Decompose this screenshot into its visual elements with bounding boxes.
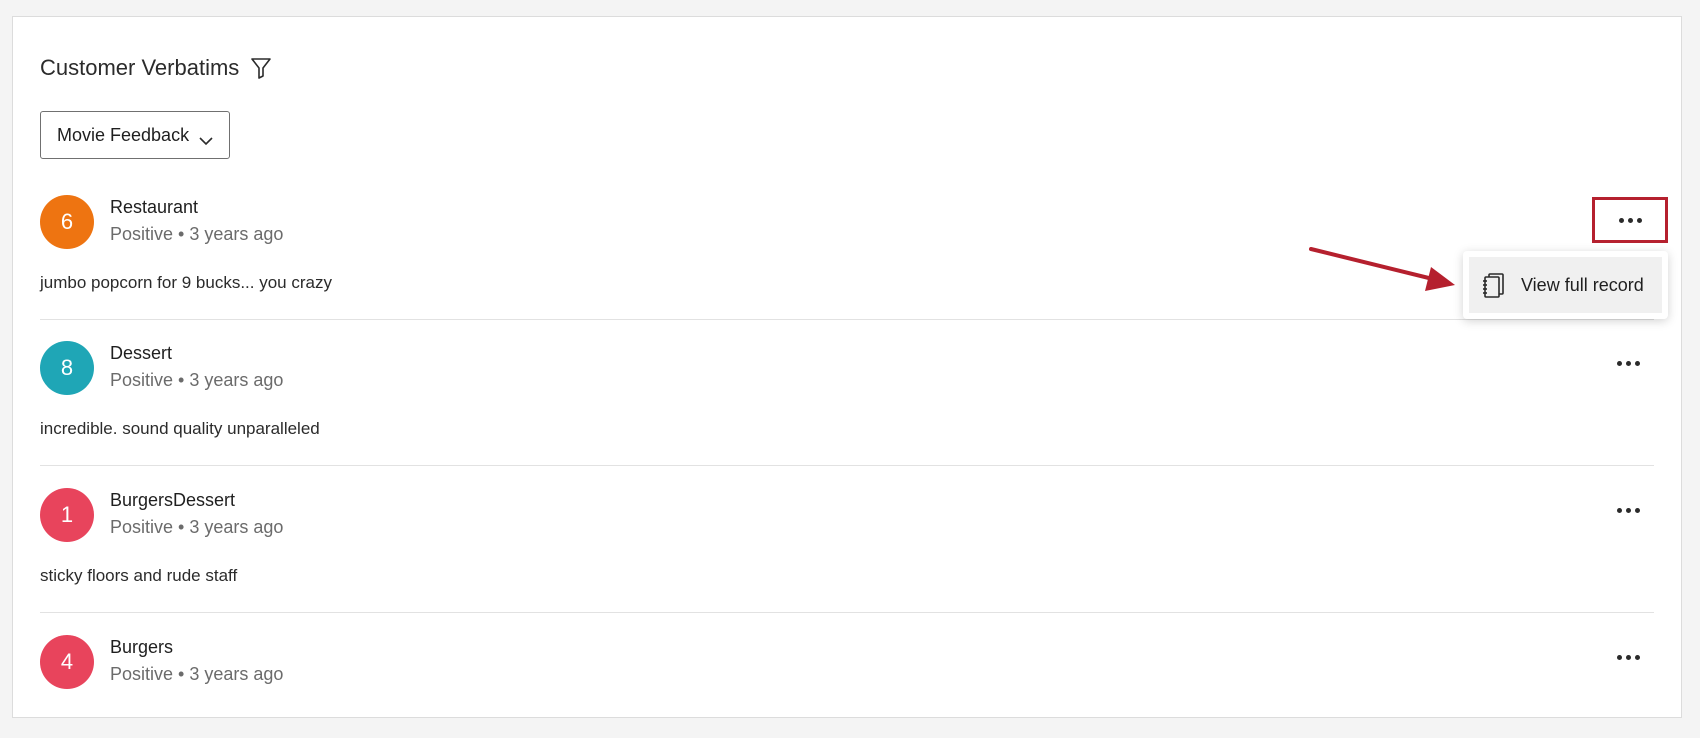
more-dot: [1616, 507, 1622, 513]
more-dot: [1634, 360, 1640, 366]
more-dot: [1634, 654, 1640, 660]
record-meta: Positive • 3 years ago: [110, 517, 284, 537]
more-dot: [1616, 360, 1622, 366]
verbatim-text: incredible. sound quality unparalleled: [40, 419, 320, 438]
list-item: 8 Dessert Positive • 3 years ago incredi…: [40, 341, 1654, 467]
record-category: Burgers: [110, 637, 174, 657]
more-dot: [1625, 507, 1631, 513]
customer-verbatims-widget: Customer Verbatims Movie Feedback 6 Rest…: [12, 16, 1682, 718]
divider: [40, 612, 1654, 613]
record-category: Restaurant: [110, 197, 199, 217]
view-full-record-item[interactable]: View full record: [1469, 257, 1662, 313]
avatar: 8: [40, 341, 94, 395]
verbatim-text: sticky floors and rude staff: [40, 566, 238, 585]
more-dot: [1625, 360, 1631, 366]
record-meta: Positive • 3 years ago: [110, 224, 284, 244]
more-options-button[interactable]: [1602, 639, 1654, 675]
more-dot: [1627, 217, 1633, 223]
score-badge: 1: [60, 502, 74, 527]
view-full-record-label: View full record: [1521, 274, 1644, 295]
more-dot: [1634, 507, 1640, 513]
chevron-down-icon: [199, 130, 213, 146]
avatar: 4: [40, 635, 94, 689]
avatar: 6: [40, 195, 94, 249]
record-meta: Positive • 3 years ago: [110, 370, 284, 390]
divider: [40, 465, 1654, 466]
source-dropdown[interactable]: Movie Feedback: [40, 111, 231, 159]
avatar: 1: [40, 488, 94, 542]
more-dot: [1636, 217, 1642, 223]
more-options-button[interactable]: [1602, 492, 1654, 528]
more-dot: [1618, 217, 1624, 223]
verbatim-text: jumbo popcorn for 9 bucks... you crazy: [40, 273, 332, 292]
scrollbar[interactable]: [1681, 323, 1682, 415]
widget-header: Customer Verbatims: [40, 55, 272, 81]
more-options-button[interactable]: [1592, 197, 1668, 243]
list-item: 4 Burgers Positive • 3 years ago: [40, 635, 1654, 715]
list-item: 1 BurgersDessert Positive • 3 years ago …: [40, 488, 1654, 614]
more-options-button[interactable]: [1602, 345, 1654, 381]
score-badge: 6: [60, 209, 74, 234]
filter-icon[interactable]: [251, 57, 272, 79]
record-meta: Positive • 3 years ago: [110, 664, 284, 684]
widget-title: Customer Verbatims: [40, 55, 240, 80]
score-badge: 8: [60, 355, 74, 380]
annotation-arrow-icon: [1309, 247, 1455, 291]
more-dot: [1616, 654, 1622, 660]
score-badge: 4: [60, 649, 74, 674]
record-category: Dessert: [110, 343, 173, 363]
record-category: BurgersDessert: [110, 490, 236, 510]
more-options-menu: View full record: [1463, 251, 1668, 319]
record-icon: [1481, 271, 1507, 299]
divider: [40, 319, 1654, 320]
source-dropdown-value: Movie Feedback: [57, 124, 190, 145]
more-dot: [1625, 654, 1631, 660]
